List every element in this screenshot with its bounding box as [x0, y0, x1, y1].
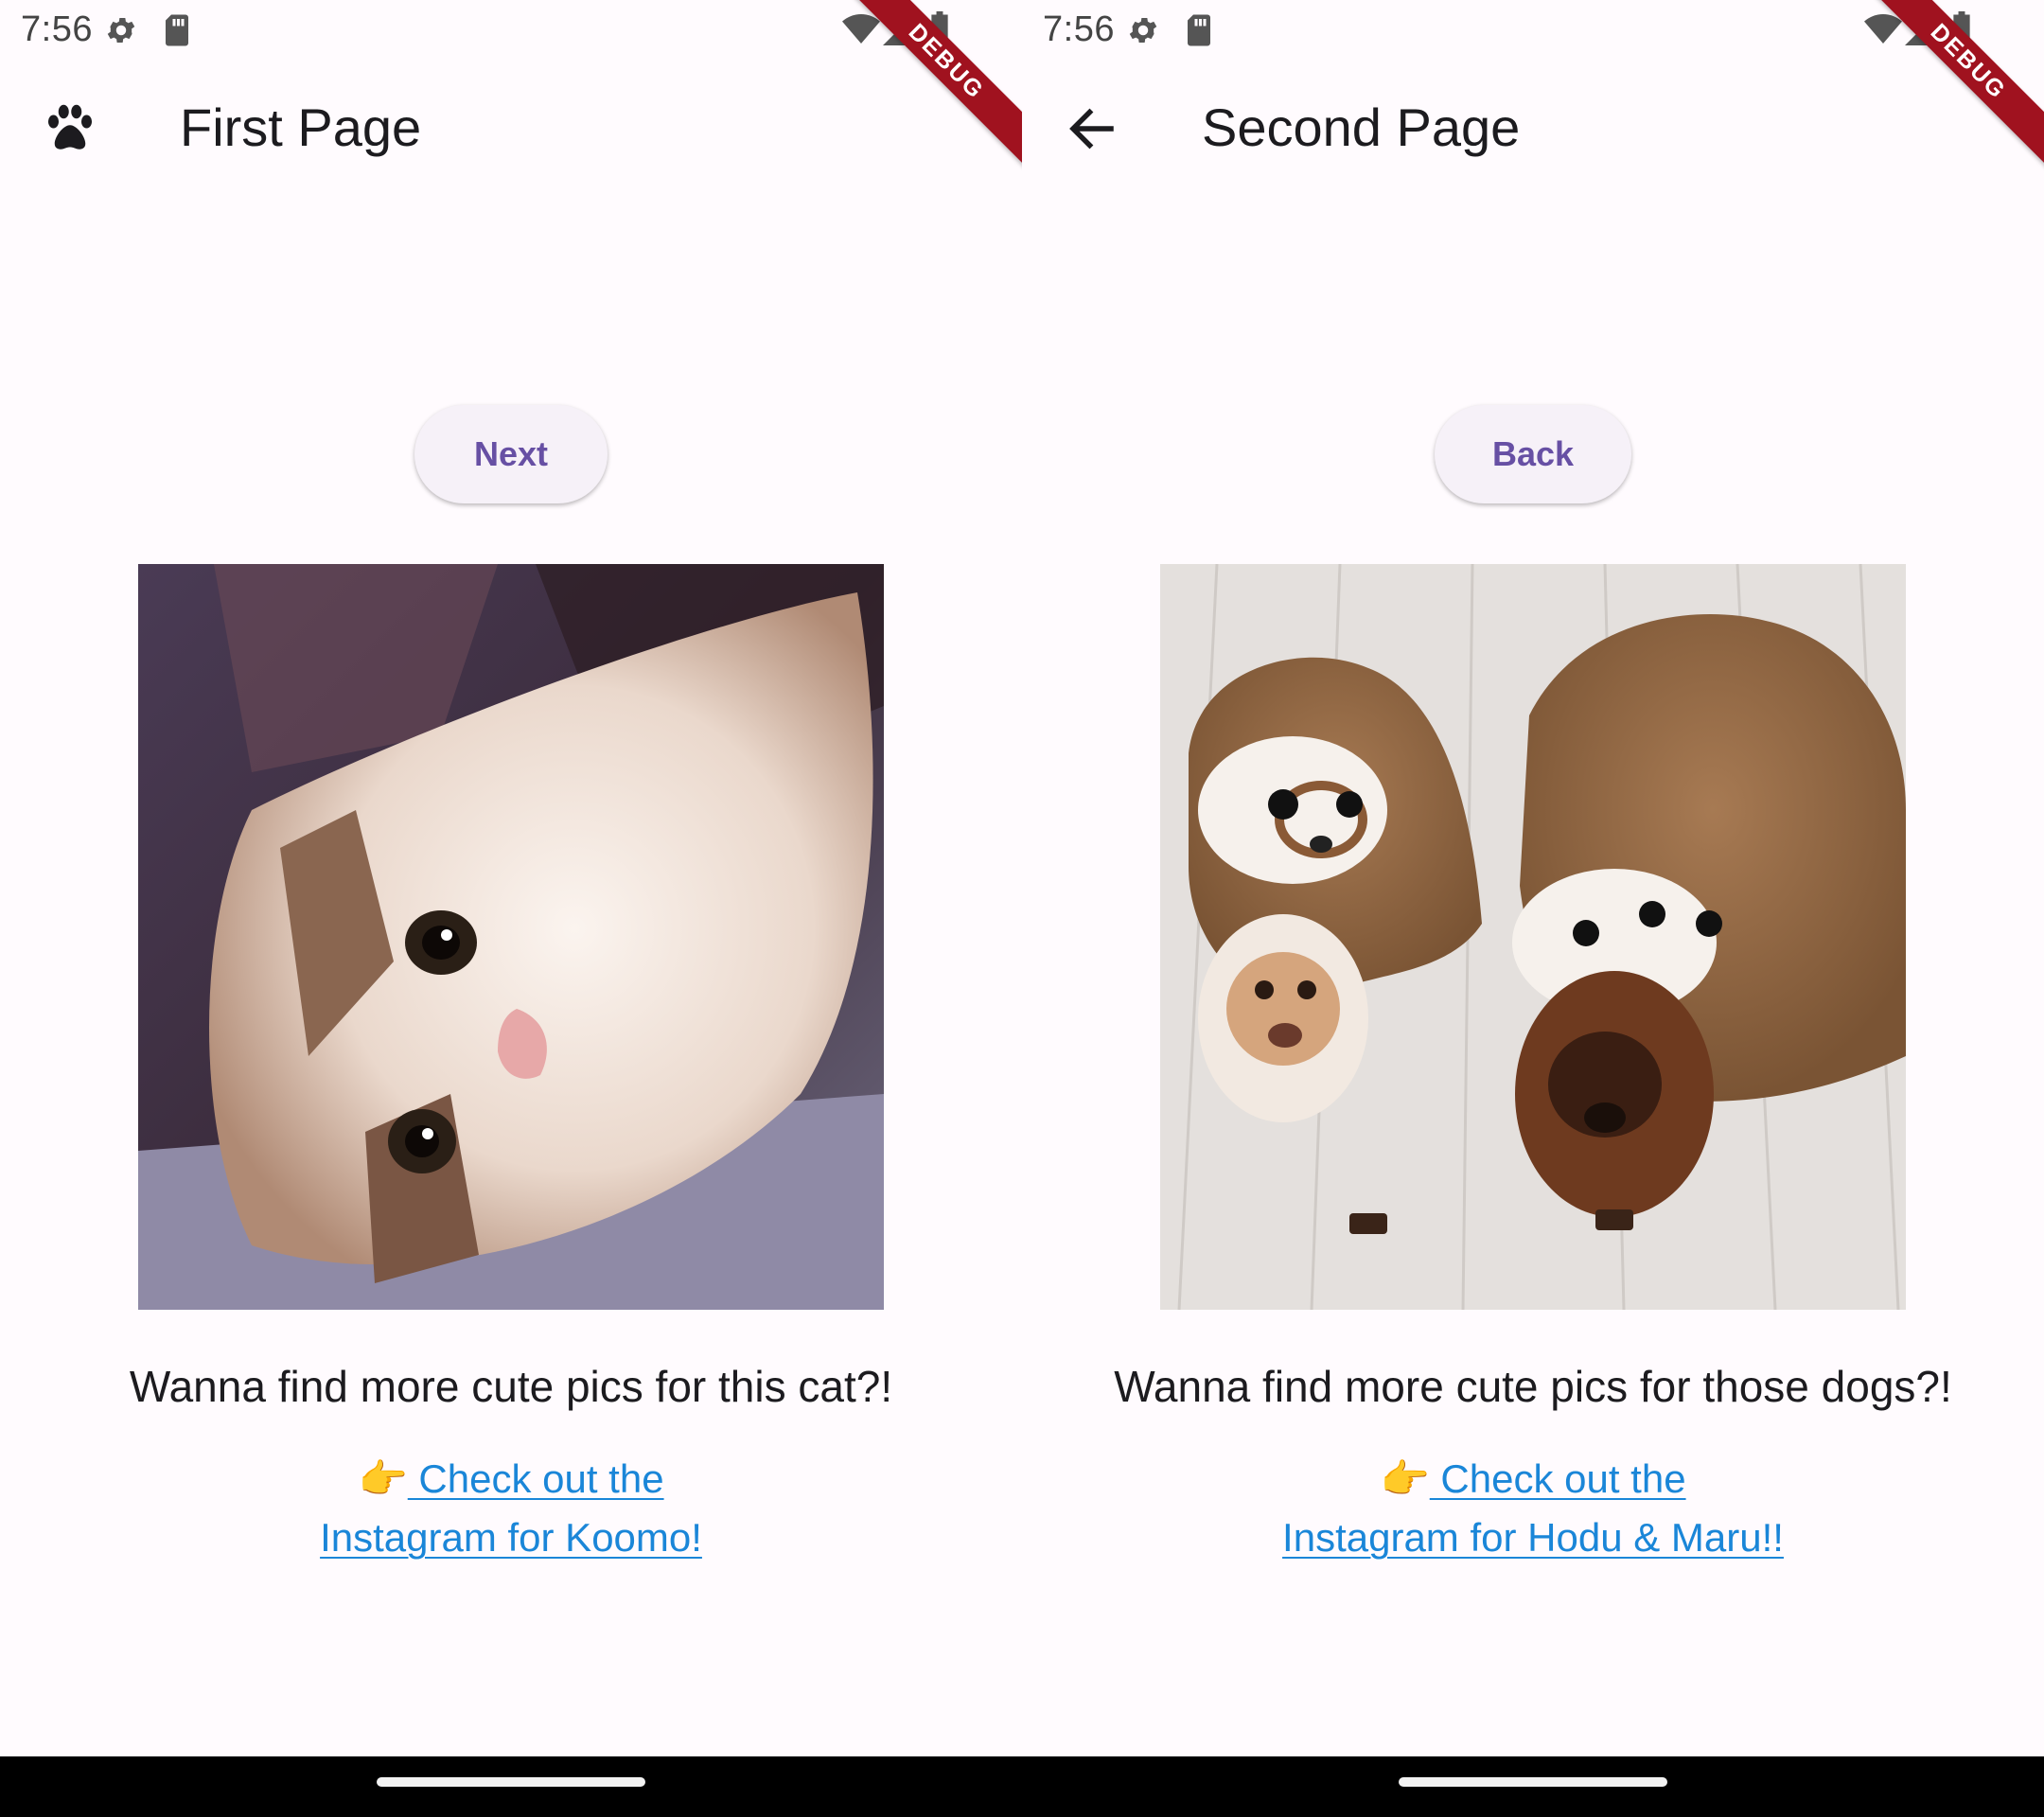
status-time: 7:56	[21, 9, 93, 49]
page-title: First Page	[180, 97, 422, 157]
wifi-icon	[842, 13, 880, 50]
second-page-screen: 7:56 DEBUG Second Page Back Wanna find m…	[1022, 0, 2044, 1817]
link-line-2: Instagram for Hodu & Maru!!	[1282, 1515, 1784, 1560]
wifi-icon	[1864, 13, 1902, 50]
instagram-link-block: 👉 Check out the Instagram for Koomo!	[0, 1450, 1022, 1567]
back-arrow-icon[interactable]	[1064, 100, 1120, 157]
link-line-1: Check out the	[407, 1456, 664, 1501]
pointing-hand-icon: 👉	[1380, 1456, 1430, 1501]
instagram-link[interactable]: 👉 Check out the Instagram for Hodu & Maru…	[1282, 1456, 1784, 1560]
instagram-link-block: 👉 Check out the Instagram for Hodu & Maru…	[1022, 1450, 2044, 1567]
first-page-screen: 7:56 DEBUG First Page Next Wanna find mo…	[0, 0, 1022, 1817]
sd-card-icon	[1185, 13, 1213, 52]
caption: Wanna find more cute pics for those dogs…	[1114, 1362, 1952, 1411]
page-title: Second Page	[1202, 97, 1521, 157]
instagram-link[interactable]: 👉 Check out the Instagram for Koomo!	[320, 1456, 702, 1560]
settings-gear-icon	[1126, 13, 1160, 52]
app-bar: First Page	[0, 62, 1022, 195]
next-button[interactable]: Next	[414, 405, 608, 503]
home-gesture-handle[interactable]	[377, 1777, 645, 1787]
link-line-2: Instagram for Koomo!	[320, 1515, 702, 1560]
dogs-photo	[1160, 563, 1906, 1311]
navigation-bar	[1022, 1756, 2044, 1817]
app-bar: Second Page	[1022, 62, 2044, 195]
back-button[interactable]: Back	[1435, 405, 1631, 503]
paw-icon	[42, 100, 98, 157]
link-line-1: Check out the	[1429, 1456, 1686, 1501]
caption: Wanna find more cute pics for this cat?!	[129, 1362, 893, 1411]
status-time: 7:56	[1043, 9, 1115, 49]
settings-gear-icon	[104, 13, 138, 52]
navigation-bar	[0, 1756, 1022, 1817]
sd-card-icon	[163, 13, 191, 52]
cat-photo	[138, 564, 884, 1310]
home-gesture-handle[interactable]	[1399, 1777, 1667, 1787]
pointing-hand-icon: 👉	[358, 1456, 408, 1501]
